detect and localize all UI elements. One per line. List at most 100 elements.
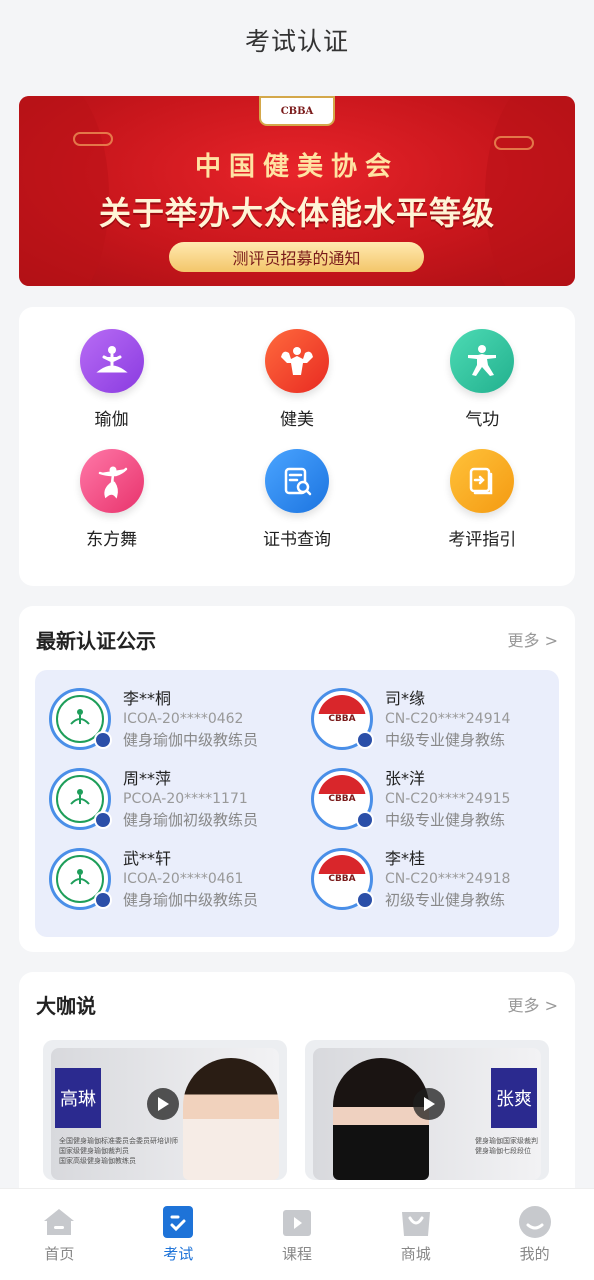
more-link[interactable]: 更多 >: [508, 992, 559, 1016]
cert-code: CN-C20****24915: [385, 791, 511, 807]
expert-name-tag: 高琳: [55, 1068, 101, 1128]
more-link[interactable]: 更多 >: [508, 627, 559, 651]
cert-level: 初级专业健身教练: [385, 891, 506, 909]
tab-label: 商城: [400, 1245, 431, 1263]
verified-badge-icon: [356, 811, 374, 829]
category-grid-card: 瑜伽 健美 气功 东方舞 证书查询 考评指引: [19, 307, 575, 586]
guide-icon: [450, 449, 515, 513]
category-certificate-search[interactable]: 证书查询: [204, 449, 389, 569]
course-icon: [280, 1205, 314, 1239]
promo-banner[interactable]: CBBA 中国健美协会 关于举办大众体能水平等级 测评员招募的通知: [19, 96, 575, 286]
caption-line: 健身瑜伽国家级裁判: [475, 1137, 538, 1145]
tab-home[interactable]: 首页: [0, 1189, 119, 1280]
tab-profile[interactable]: 我的: [475, 1189, 594, 1280]
cert-code: CN-C20****24918: [385, 871, 511, 887]
cert-name: 张*洋: [385, 769, 426, 788]
avatar: [49, 768, 112, 830]
page-title: 考试认证: [244, 27, 349, 56]
certification-item[interactable]: 武**轩 ICOA-20****0461 健身瑜伽中级教练员: [49, 848, 258, 911]
expert-video-card[interactable]: 张爽 健身瑜伽国家级裁判 健身瑜伽七段段位: [305, 1040, 549, 1180]
caption-line: 国家高级健身瑜伽教练员: [59, 1157, 136, 1165]
certification-list: 李**桐 ICOA-20****0462 健身瑜伽中级教练员 CBBA 司*缘 …: [35, 670, 559, 937]
home-icon: [42, 1205, 76, 1239]
cert-name: 司*缘: [385, 689, 426, 708]
category-label: 健美: [279, 410, 314, 430]
cert-name: 李**桐: [123, 689, 172, 708]
avatar: [49, 688, 112, 750]
certification-item[interactable]: 李**桐 ICOA-20****0462 健身瑜伽中级教练员: [49, 688, 258, 751]
banner-heading: 中国健美协会: [194, 152, 399, 182]
certification-section: 最新认证公示 更多 > 李**桐 ICOA-20****0462 健身瑜伽中级教…: [19, 606, 575, 952]
certificate-search-icon: [264, 449, 329, 513]
verified-badge-icon: [94, 891, 112, 909]
cert-level: 中级专业健身教练: [385, 731, 506, 749]
bodybuilding-icon: [264, 329, 329, 393]
caption-line: 健身瑜伽七段段位: [475, 1147, 531, 1155]
category-guide[interactable]: 考评指引: [390, 449, 575, 569]
cert-code: ICOA-20****0461: [123, 871, 244, 887]
section-title: 大咖说: [36, 993, 96, 1018]
profile-icon: [518, 1205, 552, 1239]
expert-video-card[interactable]: 高琳 全国健身瑜伽标准委员会委员研培训师 国家级健身瑜伽裁判员 国家高级健身瑜伽…: [43, 1040, 287, 1180]
avatar: CBBA: [311, 848, 374, 910]
avatar: CBBA: [311, 768, 374, 830]
cert-code: CN-C20****24914: [385, 711, 511, 727]
category-qigong[interactable]: 气功: [390, 329, 575, 449]
expert-photo: [183, 1058, 279, 1180]
certification-item[interactable]: 周**萍 PCOA-20****1171 健身瑜伽初级教练员: [49, 768, 258, 831]
certification-item[interactable]: CBBA 张*洋 CN-C20****24915 中级专业健身教练: [311, 768, 510, 831]
expert-caption: 健身瑜伽国家级裁判 健身瑜伽七段段位: [475, 1136, 538, 1156]
qigong-icon: [450, 329, 515, 393]
verified-badge-icon: [356, 891, 374, 909]
certification-item[interactable]: CBBA 司*缘 CN-C20****24914 中级专业健身教练: [311, 688, 510, 751]
tab-label: 考试: [163, 1245, 194, 1263]
section-title: 最新认证公示: [36, 628, 156, 653]
cert-level: 健身瑜伽初级教练员: [123, 811, 259, 829]
play-icon[interactable]: [413, 1088, 445, 1120]
verified-badge-icon: [356, 731, 374, 749]
certification-item[interactable]: CBBA 李*桂 CN-C20****24918 初级专业健身教练: [311, 848, 510, 911]
caption-line: 全国健身瑜伽标准委员会委员研培训师: [59, 1137, 178, 1145]
tab-exam[interactable]: 考试: [119, 1189, 238, 1280]
tab-label: 课程: [281, 1245, 312, 1263]
cert-level: 中级专业健身教练: [385, 811, 506, 829]
banner-headline: 关于举办大众体能水平等级: [98, 194, 495, 232]
category-label: 证书查询: [262, 530, 331, 550]
cert-code: PCOA-20****1171: [123, 791, 248, 807]
avatar: [49, 848, 112, 910]
cert-name: 周**萍: [123, 769, 172, 788]
play-icon[interactable]: [147, 1088, 179, 1120]
category-label: 东方舞: [86, 530, 138, 550]
tab-label: 我的: [519, 1245, 550, 1263]
caption-line: 国家级健身瑜伽裁判员: [59, 1147, 129, 1155]
cert-level: 健身瑜伽中级教练员: [123, 731, 259, 749]
banner-subtitle: 测评员招募的通知: [169, 242, 424, 272]
category-label: 考评指引: [448, 530, 517, 550]
tab-shop[interactable]: 商城: [356, 1189, 475, 1280]
banner-cloud-decoration: [73, 132, 113, 146]
cert-code: ICOA-20****0462: [123, 711, 244, 727]
bottom-tab-bar: 首页 考试 课程 商城 我的: [0, 1188, 594, 1280]
dance-icon: [79, 449, 144, 513]
category-yoga[interactable]: 瑜伽: [19, 329, 204, 449]
avatar: CBBA: [311, 688, 374, 750]
category-bodybuilding[interactable]: 健美: [204, 329, 389, 449]
verified-badge-icon: [94, 731, 112, 749]
shop-icon: [399, 1205, 433, 1239]
cbba-logo: CBBA: [259, 96, 335, 126]
cert-name: 武**轩: [123, 849, 172, 868]
cert-level: 健身瑜伽中级教练员: [123, 891, 259, 909]
expert-photo: [333, 1058, 429, 1180]
cert-name: 李*桂: [385, 849, 426, 868]
exam-icon: [161, 1205, 195, 1239]
category-label: 气功: [465, 410, 500, 430]
tab-label: 首页: [44, 1245, 75, 1263]
category-label: 瑜伽: [94, 410, 129, 430]
category-dance[interactable]: 东方舞: [19, 449, 204, 569]
yoga-icon: [79, 329, 144, 393]
tab-course[interactable]: 课程: [238, 1189, 357, 1280]
verified-badge-icon: [94, 811, 112, 829]
page-header: 考试认证: [0, 0, 594, 80]
expert-caption: 全国健身瑜伽标准委员会委员研培训师 国家级健身瑜伽裁判员 国家高级健身瑜伽教练员: [59, 1136, 178, 1166]
expert-name-tag: 张爽: [491, 1068, 537, 1128]
